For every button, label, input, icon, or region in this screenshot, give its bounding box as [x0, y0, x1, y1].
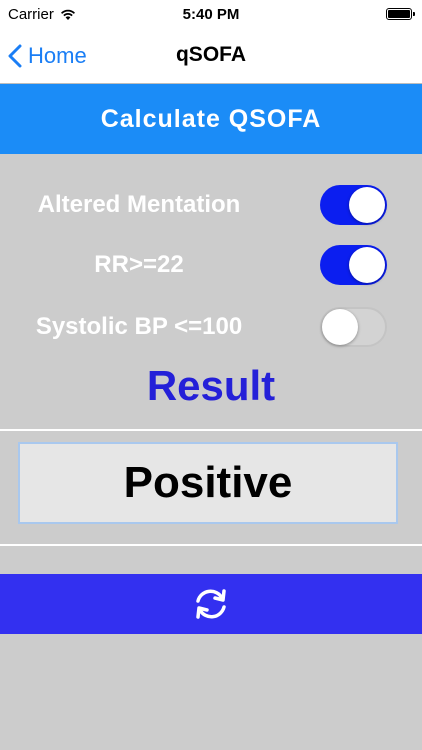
- toggle-knob: [349, 187, 385, 223]
- criterion-row-rr: RR>=22: [0, 243, 422, 287]
- criterion-label: RR>=22: [94, 251, 184, 278]
- systolic-bp-toggle[interactable]: [320, 307, 387, 347]
- rr-toggle[interactable]: [320, 245, 387, 285]
- nav-title: qSOFA: [175, 43, 246, 66]
- toggle-knob: [322, 309, 358, 345]
- status-bar: Carrier 5:40 PM: [0, 0, 422, 30]
- status-time: 5:40 PM: [182, 6, 240, 23]
- result-title: Result: [146, 362, 276, 409]
- divider-top: [0, 429, 422, 431]
- criterion-label: Altered Mentation: [37, 191, 241, 218]
- refresh-icon: [196, 589, 226, 619]
- result-value-box: Positive: [18, 442, 398, 524]
- calculate-header: Calculate QSOFA: [0, 84, 422, 154]
- criterion-row-altered-mentation: Altered Mentation: [0, 183, 422, 227]
- toggle-knob: [349, 247, 385, 283]
- navigation-bar: Home qSOFA: [0, 30, 422, 84]
- altered-mentation-toggle[interactable]: [320, 185, 387, 225]
- battery-icon: [386, 8, 415, 20]
- refresh-button[interactable]: [0, 574, 422, 634]
- criterion-label: Systolic BP <=100: [35, 313, 243, 340]
- divider-bottom: [0, 544, 422, 546]
- criterion-row-systolic-bp: Systolic BP <=100: [0, 305, 422, 349]
